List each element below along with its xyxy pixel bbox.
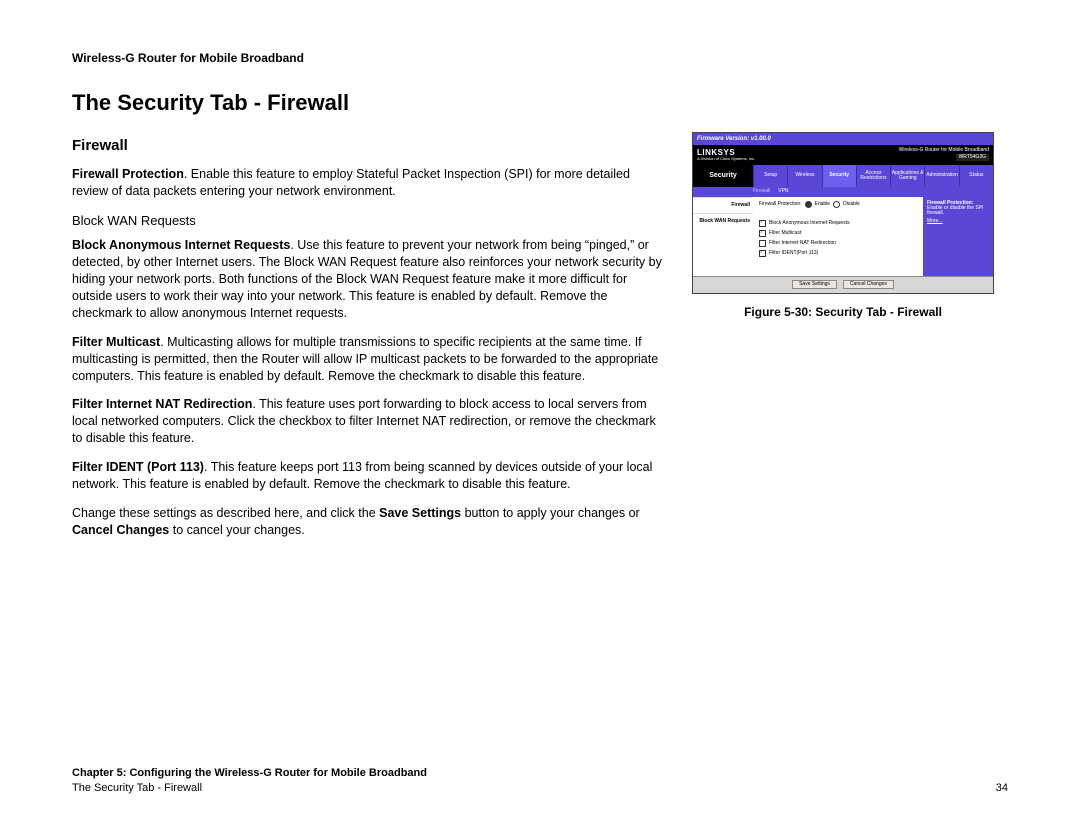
shot-cb-multi[interactable] xyxy=(759,230,766,237)
shot-tab-wireless[interactable]: Wireless xyxy=(787,165,821,187)
para-filter-nat: Filter Internet NAT Redirection. This fe… xyxy=(72,396,662,447)
para-block-anon: Block Anonymous Internet Requests. Use t… xyxy=(72,237,662,321)
label-firewall-protection: Firewall Protection xyxy=(72,167,184,181)
shot-row-nat: Filter Internet NAT Redirection xyxy=(769,241,836,246)
para-save-cancel: Change these settings as described here,… xyxy=(72,505,662,539)
shot-product: Wireless-G Router for Mobile Broadband xyxy=(899,148,989,153)
footer-chapter: Chapter 5: Configuring the Wireless-G Ro… xyxy=(72,767,427,779)
shot-save-button[interactable]: Save Settings xyxy=(792,280,837,289)
label-block-anon: Block Anonymous Internet Requests xyxy=(72,238,290,252)
shot-help-more[interactable]: More... xyxy=(927,219,989,224)
shot-cancel-button[interactable]: Cancel Changes xyxy=(843,280,894,289)
shot-tab-access[interactable]: Access Restrictions xyxy=(856,165,890,187)
shot-row-firewall-protection: Firewall Protection: Enable Disable xyxy=(759,201,917,208)
shot-tab-admin[interactable]: Administration xyxy=(924,165,958,187)
shot-enable-label: Enable xyxy=(815,202,831,207)
shot-firmware: Firmware Version: v1.00.0 xyxy=(697,136,771,142)
page-footer: Chapter 5: Configuring the Wireless-G Ro… xyxy=(72,766,1008,796)
shot-cb-ident[interactable] xyxy=(759,250,766,257)
shot-row-multi: Filter Multicast xyxy=(769,231,801,236)
heading-firewall: Firewall xyxy=(72,136,662,156)
page-title: The Security Tab - Firewall xyxy=(72,88,1008,118)
label-filter-nat: Filter Internet NAT Redirection xyxy=(72,397,252,411)
shot-tab-apps[interactable]: Applications & Gaming xyxy=(890,165,924,187)
heading-block-wan: Block WAN Requests xyxy=(72,212,662,230)
footer-page-number: 34 xyxy=(996,781,1008,796)
doc-header: Wireless-G Router for Mobile Broadband xyxy=(72,50,1008,66)
figure-column: Firmware Version: v1.00.0 LINKSYS A Divi… xyxy=(692,132,994,551)
main-text-column: Firewall Firewall Protection. Enable thi… xyxy=(72,132,662,551)
shot-left-firewall: Firewall xyxy=(693,197,753,213)
shot-radio-enable[interactable] xyxy=(805,201,812,208)
shot-subtab-firewall[interactable]: Firewall xyxy=(753,189,770,194)
text-save-mid: button to apply your changes or xyxy=(461,506,640,520)
para-filter-multicast: Filter Multicast. Multicasting allows fo… xyxy=(72,334,662,385)
shot-fp-label: Firewall Protection: xyxy=(759,202,802,207)
label-save-settings: Save Settings xyxy=(379,506,461,520)
shot-model: WRT54G3G xyxy=(956,154,989,161)
shot-cb-block[interactable] xyxy=(759,220,766,227)
para-filter-ident: Filter IDENT (Port 113). This feature ke… xyxy=(72,459,662,493)
shot-row-ident: Filter IDENT(Port 113) xyxy=(769,251,818,256)
footer-section: The Security Tab - Firewall xyxy=(72,781,427,796)
label-filter-multicast: Filter Multicast xyxy=(72,335,160,349)
shot-tab-status[interactable]: Status xyxy=(959,165,993,187)
shot-logo-sub: A Division of Cisco Systems, Inc. xyxy=(697,157,755,161)
label-cancel-changes: Cancel Changes xyxy=(72,523,169,537)
shot-help-text: Enable or disable the SPI firewall. xyxy=(927,206,989,216)
text-save-pre: Change these settings as described here,… xyxy=(72,506,379,520)
shot-section-label: Security xyxy=(693,165,753,187)
text-filter-multicast: . Multicasting allows for multiple trans… xyxy=(72,335,658,383)
shot-radio-disable[interactable] xyxy=(833,201,840,208)
shot-left-block: Block WAN Requests xyxy=(693,213,753,229)
shot-subtab-vpn[interactable]: VPN xyxy=(778,189,788,194)
figure-caption: Figure 5-30: Security Tab - Firewall xyxy=(692,304,994,320)
shot-tab-security[interactable]: Security xyxy=(822,165,856,187)
shot-cb-nat[interactable] xyxy=(759,240,766,247)
shot-tab-setup[interactable]: Setup xyxy=(753,165,787,187)
label-filter-ident: Filter IDENT (Port 113) xyxy=(72,460,204,474)
figure-screenshot: Firmware Version: v1.00.0 LINKSYS A Divi… xyxy=(692,132,994,294)
shot-disable-label: Disable xyxy=(843,202,860,207)
text-save-post: to cancel your changes. xyxy=(169,523,305,537)
shot-row-block: Block Anonymous Internet Requests xyxy=(769,221,850,226)
para-firewall-protection: Firewall Protection. Enable this feature… xyxy=(72,166,662,200)
